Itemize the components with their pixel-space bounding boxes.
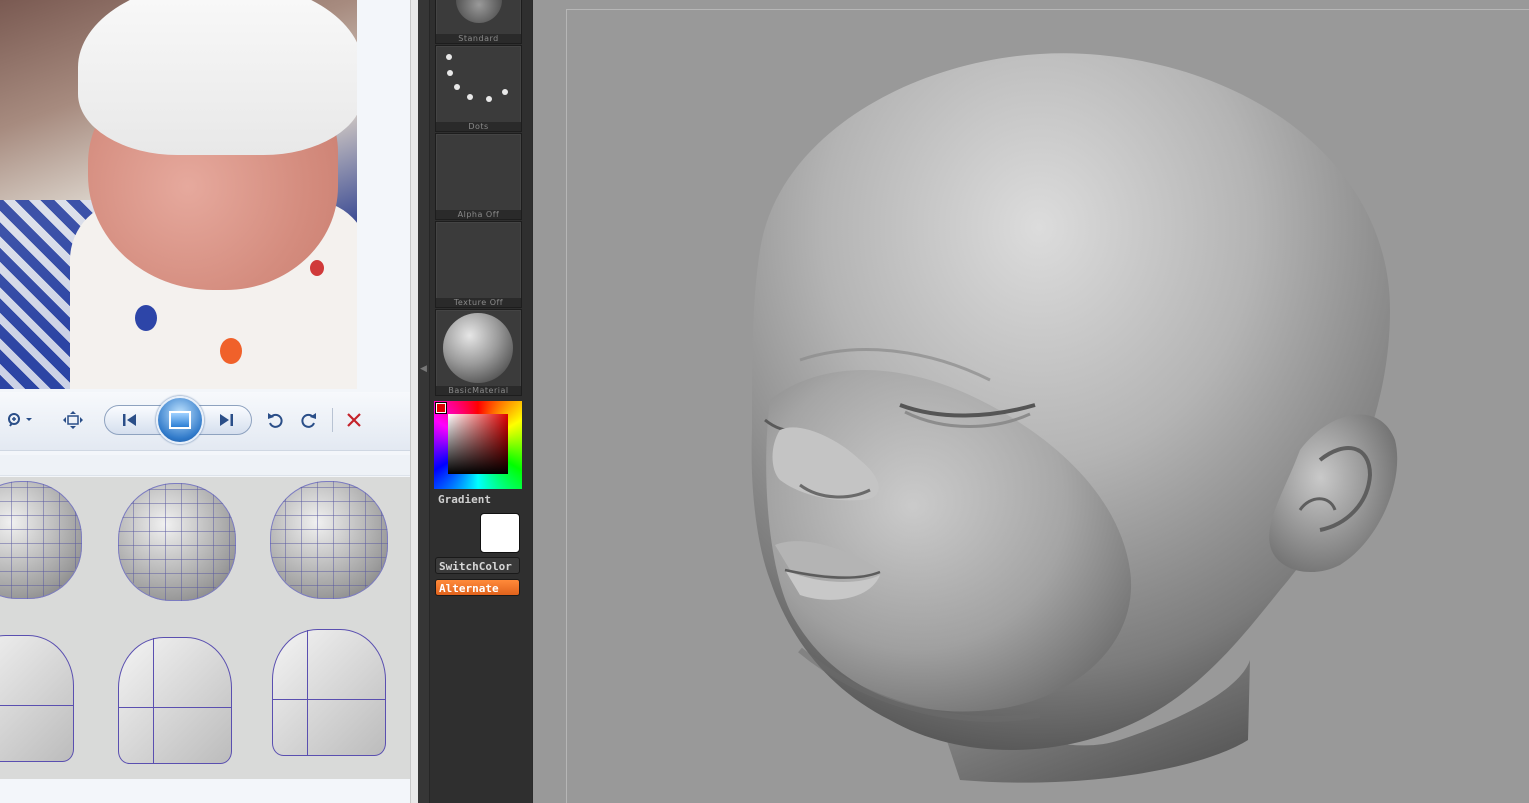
rotate-counterclockwise-icon [268,413,283,428]
slideshow-icon [169,411,191,429]
brush-standard-icon [456,0,502,23]
brush-selector[interactable]: Standard [435,0,522,44]
fit-window-icon [63,411,83,429]
rotate-clockwise-icon [301,413,316,428]
stroke-selector[interactable]: Dots [435,45,522,132]
reference-photo [0,0,357,389]
delete-icon [347,413,361,427]
color-picker[interactable] [434,401,522,489]
gradient-button[interactable]: Gradient [435,491,520,508]
ref-blockout-front [0,635,78,765]
collapse-arrow-icon[interactable]: ◀ [420,364,427,374]
ref-head-side-wire [118,483,236,613]
color-saturation-square[interactable] [448,414,508,474]
rotate-counterclockwise-button[interactable] [264,407,286,433]
brush-label: Standard [436,34,521,43]
document-frame [566,9,1529,803]
ref-blockout-three-quarter [272,629,390,759]
ref-head-laughing [270,481,388,611]
alpha-selector[interactable]: Alpha Off [435,133,522,220]
material-sphere-icon [443,313,513,383]
viewer-toolbar [0,392,410,451]
fit-window-button[interactable] [62,407,84,433]
ref-head-front-smile [0,481,82,611]
alpha-label: Alpha Off [436,210,521,219]
previous-button[interactable] [119,407,141,433]
switchcolor-button[interactable]: SwitchColor [435,557,520,574]
shelf-collapse-bar[interactable] [418,0,430,803]
photo-viewer-window [0,0,410,803]
alternate-button[interactable]: Alternate [435,579,520,596]
texture-selector[interactable]: Texture Off [435,221,522,308]
color-marker [436,403,446,413]
slideshow-button[interactable] [156,396,204,444]
topology-reference-image [0,477,410,779]
stroke-label: Dots [436,122,521,131]
material-selector[interactable]: BasicMaterial [435,309,522,396]
window-divider [410,0,418,803]
baby-hat [78,0,357,155]
main-color-swatch[interactable] [435,513,479,553]
rotate-clockwise-button[interactable] [298,407,320,433]
previous-icon [123,414,136,426]
next-button[interactable] [215,407,237,433]
ref-blockout-side [118,637,236,767]
texture-label: Texture Off [436,298,521,307]
zoom-button[interactable] [4,407,36,433]
next-icon [220,414,233,426]
secondary-color-swatch[interactable] [480,513,520,553]
zoom-icon [8,413,32,427]
delete-button[interactable] [343,407,365,433]
material-label: BasicMaterial [436,386,521,395]
